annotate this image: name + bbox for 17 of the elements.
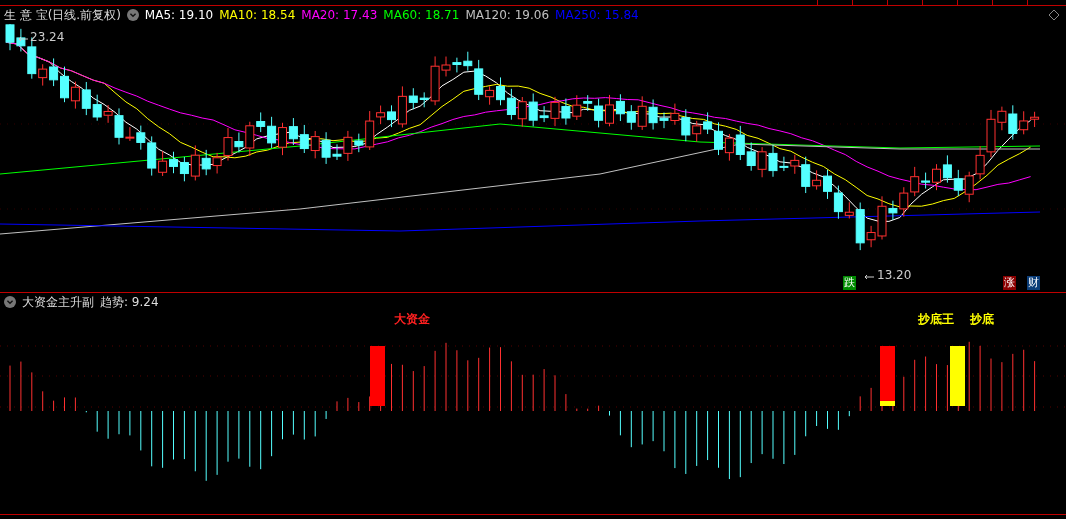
low-price-label: 13.20 — [877, 268, 912, 282]
moving-average-label: MA120: 19.06 — [465, 8, 550, 22]
trend-value: 趋势: 9.24 — [100, 293, 159, 311]
moving-average-label: MA60: 18.71 — [383, 8, 460, 22]
chart-title: 生 意 宝(日线.前复权) — [4, 6, 121, 24]
moving-average-label: MA250: 15.84 — [555, 8, 639, 22]
signal-label: 抄底 — [970, 311, 994, 328]
signal-badge: 财 — [1027, 276, 1040, 290]
signal-label: 抄底王 — [918, 311, 954, 328]
moving-average-label: MA5: 19.10 — [144, 8, 214, 22]
moving-average-label: MA20: 17.43 — [301, 8, 378, 22]
signal-label: 大资金 — [394, 311, 430, 328]
indicator-title: 大资金主升副 — [22, 293, 94, 311]
high-price-label: 23.24 — [30, 30, 65, 44]
signal-badge: 跌 — [843, 276, 856, 290]
moving-average-label: MA10: 18.54 — [219, 8, 296, 22]
signal-badge: 涨 — [1003, 276, 1016, 290]
